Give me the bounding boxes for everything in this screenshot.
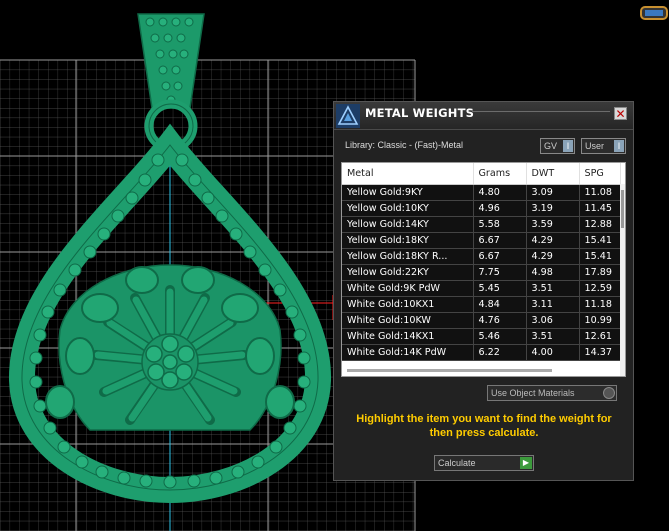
grams-cell: 4.76 — [473, 312, 527, 329]
user-toggle-button[interactable]: I — [614, 140, 624, 152]
spg-cell: 11.45 — [579, 200, 621, 217]
instruction-text: Highlight the item you want to find the … — [356, 413, 612, 439]
metal-cell: White Gold:10KX1 — [342, 296, 474, 313]
dwt-cell: 4.29 — [526, 232, 580, 249]
dwt-cell: 4.29 — [526, 248, 580, 265]
metal-cell: White Gold:9K PdW — [342, 280, 474, 297]
dwt-cell: 4.00 — [526, 344, 580, 361]
metal-cell: White Gold:10KW — [342, 312, 474, 329]
column-header-grams[interactable]: Grams — [473, 163, 527, 185]
spg-cell: 17.89 — [579, 264, 621, 281]
metal-cell: Yellow Gold:10KY — [342, 200, 474, 217]
spg-cell: 10.99 — [579, 312, 621, 329]
table-row[interactable]: White Gold:14K PdW 6.22 4.00 14.37 — [342, 344, 621, 361]
table-row[interactable]: Yellow Gold:18KY R... 6.67 4.29 15.41 — [342, 248, 621, 265]
column-header-metal[interactable]: Metal — [342, 163, 474, 185]
metal-cell: White Gold:14KX1 — [342, 328, 474, 345]
dwt-cell: 3.51 — [526, 328, 580, 345]
table-row[interactable]: White Gold:10KX1 4.84 3.11 11.18 — [342, 296, 621, 313]
metal-cell: Yellow Gold:18KY R... — [342, 248, 474, 265]
metal-weights-panel: METAL WEIGHTS ✕ Library: Classic - (Fast… — [333, 101, 634, 481]
metal-weights-table[interactable]: Metal Grams DWT SPG Yellow Gold:9KY 4.80 3… — [341, 162, 626, 377]
gv-toggle-button[interactable]: I — [563, 140, 573, 152]
vertical-scrollbar[interactable] — [620, 184, 625, 376]
grams-cell: 5.58 — [473, 216, 527, 233]
panel-title: METAL WEIGHTS — [365, 106, 475, 120]
table-row[interactable]: White Gold:9K PdW 5.45 3.51 12.59 — [342, 280, 621, 297]
grams-cell: 6.22 — [473, 344, 527, 361]
spg-cell: 11.18 — [579, 296, 621, 313]
table-row[interactable]: Yellow Gold:18KY 6.67 4.29 15.41 — [342, 232, 621, 249]
metal-cell: Yellow Gold:22KY — [342, 264, 474, 281]
spg-cell: 15.41 — [579, 232, 621, 249]
gv-toggle[interactable]: GV I — [540, 138, 575, 154]
metal-cell: Yellow Gold:18KY — [342, 232, 474, 249]
spg-cell: 12.61 — [579, 328, 621, 345]
dwt-cell: 3.06 — [526, 312, 580, 329]
close-icon[interactable]: ✕ — [614, 107, 627, 120]
column-header-dwt[interactable]: DWT — [526, 163, 580, 185]
spg-cell: 15.41 — [579, 248, 621, 265]
gv-toggle-label: GV — [544, 141, 558, 151]
grams-cell: 4.80 — [473, 184, 527, 201]
vertical-scrollbar-thumb[interactable] — [621, 190, 624, 228]
library-label: Library: Classic - (Fast)-Metal — [345, 140, 464, 150]
table-header-row: Metal Grams DWT SPG — [342, 163, 621, 185]
matrix-logo-icon — [336, 104, 360, 128]
table-row[interactable]: Yellow Gold:10KY 4.96 3.19 11.45 — [342, 200, 621, 217]
table-row[interactable]: White Gold:14KX1 5.46 3.51 12.61 — [342, 328, 621, 345]
table-row[interactable]: Yellow Gold:22KY 7.75 4.98 17.89 — [342, 264, 621, 281]
dwt-cell: 3.59 — [526, 216, 580, 233]
spg-cell: 11.08 — [579, 184, 621, 201]
dwt-cell: 4.98 — [526, 264, 580, 281]
horizontal-scrollbar[interactable] — [342, 366, 620, 376]
grams-cell: 5.46 — [473, 328, 527, 345]
metal-cell: Yellow Gold:9KY — [342, 184, 474, 201]
table-row[interactable]: White Gold:10KW 4.76 3.06 10.99 — [342, 312, 621, 329]
user-toggle-label: User — [585, 141, 605, 151]
grams-cell: 6.67 — [473, 248, 527, 265]
calculate-button[interactable]: Calculate ▶ — [434, 455, 534, 471]
grams-cell: 4.84 — [473, 296, 527, 313]
panel-titlebar[interactable]: METAL WEIGHTS ✕ — [334, 102, 633, 130]
dwt-cell: 3.19 — [526, 200, 580, 217]
column-header-spg[interactable]: SPG — [579, 163, 621, 185]
grams-cell: 4.96 — [473, 200, 527, 217]
grams-cell: 5.45 — [473, 280, 527, 297]
dwt-cell: 3.11 — [526, 296, 580, 313]
play-arrow-icon[interactable]: ▶ — [520, 457, 532, 469]
table-row[interactable]: Yellow Gold:9KY 4.80 3.09 11.08 — [342, 184, 621, 201]
dwt-cell: 3.51 — [526, 280, 580, 297]
use-object-materials-toggle[interactable]: Use Object Materials — [487, 385, 617, 401]
spg-cell: 14.37 — [579, 344, 621, 361]
table-row[interactable]: Yellow Gold:14KY 5.58 3.59 12.88 — [342, 216, 621, 233]
spg-cell: 12.88 — [579, 216, 621, 233]
titlebar-divider — [472, 111, 610, 112]
calculate-label: Calculate — [438, 458, 476, 468]
horizontal-scrollbar-thumb[interactable] — [347, 369, 552, 372]
toggle-radio-icon[interactable] — [603, 387, 615, 399]
grams-cell: 6.67 — [473, 232, 527, 249]
dwt-cell: 3.09 — [526, 184, 580, 201]
user-toggle[interactable]: User I — [581, 138, 626, 154]
view-cube-icon[interactable] — [640, 6, 668, 20]
metal-cell: Yellow Gold:14KY — [342, 216, 474, 233]
grams-cell: 7.75 — [473, 264, 527, 281]
use-object-materials-label: Use Object Materials — [491, 388, 575, 398]
spg-cell: 12.59 — [579, 280, 621, 297]
metal-cell: White Gold:14K PdW — [342, 344, 474, 361]
